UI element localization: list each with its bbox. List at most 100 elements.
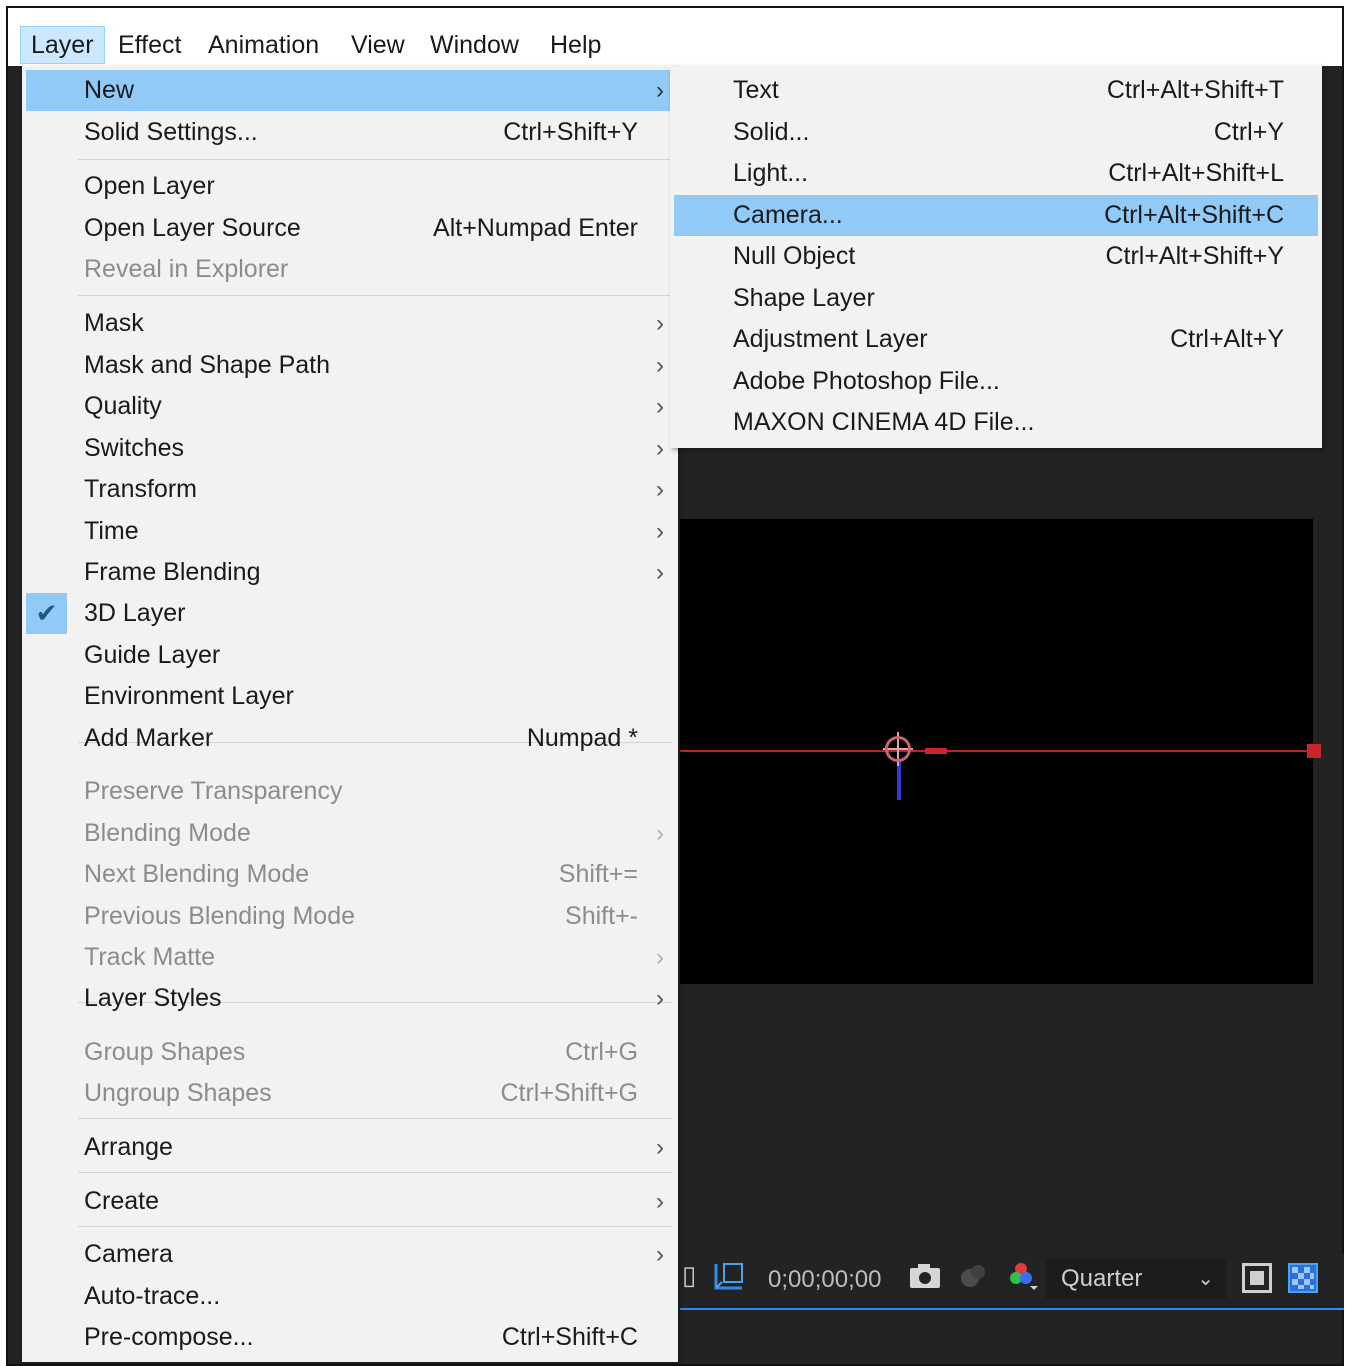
- menu-effect[interactable]: Effect: [108, 26, 191, 64]
- submenu-item-null-object[interactable]: Null Object Ctrl+Alt+Shift+Y: [674, 236, 1318, 277]
- submenu-chevron-icon: ›: [656, 985, 664, 1012]
- submenu-chevron-icon: ›: [656, 77, 664, 104]
- submenu-chevron-icon: ›: [656, 820, 664, 847]
- menu-item-label: Transform: [84, 475, 197, 503]
- menu-item-3d-layer[interactable]: ✔ 3D Layer: [26, 593, 672, 634]
- menu-item-open-layer[interactable]: Open Layer: [26, 166, 672, 207]
- menu-window[interactable]: Window: [420, 26, 529, 64]
- menu-item-label: Environment Layer: [84, 682, 294, 710]
- menu-item-shortcut: Ctrl+Shift+Y: [503, 118, 638, 146]
- z-axis-arrow[interactable]: [897, 762, 901, 800]
- x-axis-arrow[interactable]: [925, 748, 947, 754]
- fast-previews-icon[interactable]: [1242, 1263, 1272, 1293]
- current-time-display[interactable]: 0;00;00;00: [768, 1266, 881, 1294]
- menu-item-label: Guide Layer: [84, 641, 221, 669]
- chevron-down-icon: ⌄: [1197, 1268, 1214, 1290]
- submenu-item-light[interactable]: Light... Ctrl+Alt+Shift+L: [674, 153, 1318, 194]
- transparency-grid-icon[interactable]: [1288, 1263, 1318, 1293]
- viewer-panel-bg: [680, 450, 1340, 520]
- submenu-item-shortcut: Ctrl+Y: [1213, 118, 1284, 146]
- menu-item-transform[interactable]: Transform ›: [26, 469, 672, 510]
- region-of-interest-icon[interactable]: [712, 1260, 746, 1296]
- submenu-item-label: MAXON CINEMA 4D File...: [733, 408, 1035, 436]
- menu-item-environment-layer[interactable]: Environment Layer: [26, 676, 672, 717]
- submenu-item-shortcut: Ctrl+Alt+Shift+Y: [1105, 242, 1284, 270]
- menu-item-time[interactable]: Time ›: [26, 511, 672, 552]
- menu-item-reveal-in-explorer: Reveal in Explorer: [26, 249, 672, 290]
- menu-item-label: Reveal in Explorer: [84, 255, 289, 283]
- submenu-item-shortcut: Ctrl+Alt+Shift+L: [1108, 159, 1284, 187]
- resolution-dropdown[interactable]: Quarter ⌄: [1046, 1259, 1226, 1299]
- submenu-item-solid[interactable]: Solid... Ctrl+Y: [674, 112, 1318, 153]
- menu-item-label: Pre-compose...: [84, 1323, 254, 1351]
- submenu-item-camera[interactable]: Camera... Ctrl+Alt+Shift+C: [674, 195, 1318, 236]
- menu-separator: [78, 1172, 672, 1173]
- menu-item-layer-styles[interactable]: Layer Styles ›: [26, 978, 672, 1019]
- keyframe-handle[interactable]: [1307, 744, 1321, 758]
- anchor-point-icon[interactable]: [885, 736, 911, 762]
- menu-layer[interactable]: Layer: [20, 26, 105, 64]
- menu-item-frame-blending[interactable]: Frame Blending ›: [26, 552, 672, 593]
- snapshot-camera-icon[interactable]: [908, 1262, 942, 1294]
- menu-item-add-marker[interactable]: Add Marker Numpad *: [26, 718, 672, 759]
- menu-item-open-layer-source[interactable]: Open Layer Source Alt+Numpad Enter: [26, 208, 672, 249]
- menu-item-label: Group Shapes: [84, 1038, 246, 1066]
- submenu-item-label: Text: [733, 76, 779, 104]
- menu-item-label: Open Layer Source: [84, 214, 301, 242]
- submenu-item-adobe-photoshop-file[interactable]: Adobe Photoshop File...: [674, 361, 1318, 402]
- submenu-item-text[interactable]: Text Ctrl+Alt+Shift+T: [674, 70, 1318, 111]
- menu-item-label: Arrange: [84, 1133, 173, 1161]
- submenu-chevron-icon: ›: [656, 393, 664, 420]
- menu-item-auto-trace[interactable]: Auto-trace...: [26, 1276, 672, 1317]
- menu-item-camera[interactable]: Camera ›: [26, 1234, 672, 1275]
- menu-item-create[interactable]: Create ›: [26, 1181, 672, 1222]
- submenu-chevron-icon: ›: [656, 944, 664, 971]
- fit-icon[interactable]: ▯: [682, 1262, 696, 1288]
- menu-view[interactable]: View: [341, 26, 415, 64]
- menu-item-label: Preserve Transparency: [84, 777, 343, 805]
- menu-item-label: Quality: [84, 392, 162, 420]
- menu-item-label: Auto-trace...: [84, 1282, 221, 1310]
- menu-item-solid-settings[interactable]: Solid Settings... Ctrl+Shift+Y: [26, 112, 672, 153]
- menu-item-label: Blending Mode: [84, 819, 251, 847]
- menu-separator: [78, 1226, 672, 1227]
- submenu-item-label: Solid...: [733, 118, 810, 146]
- menu-item-label: 3D Layer: [84, 599, 186, 627]
- submenu-item-label: Null Object: [733, 242, 856, 270]
- menu-item-guide-layer[interactable]: Guide Layer: [26, 635, 672, 676]
- submenu-item-adjustment-layer[interactable]: Adjustment Layer Ctrl+Alt+Y: [674, 319, 1318, 360]
- new-submenu: Text Ctrl+Alt+Shift+T Solid... Ctrl+Y Light.…: [670, 66, 1322, 448]
- menu-item-label: Mask: [84, 309, 144, 337]
- menu-item-label: Mask and Shape Path: [84, 351, 330, 379]
- menu-bar: Layer Effect Animation View Window Help: [8, 8, 1342, 66]
- menu-animation[interactable]: Animation: [198, 26, 329, 64]
- menu-item-quality[interactable]: Quality ›: [26, 386, 672, 427]
- menu-item-mask-and-shape-path[interactable]: Mask and Shape Path ›: [26, 345, 672, 386]
- menu-item-label: Create: [84, 1187, 160, 1215]
- menu-item-shortcut: Ctrl+G: [565, 1038, 638, 1066]
- submenu-item-label: Camera...: [733, 201, 843, 229]
- menu-item-mask[interactable]: Mask ›: [26, 303, 672, 344]
- menu-item-shortcut: Shift+-: [565, 902, 638, 930]
- menu-separator: [78, 1118, 672, 1119]
- submenu-chevron-icon: ›: [656, 559, 664, 586]
- resolution-value: Quarter: [1061, 1265, 1143, 1292]
- submenu-item-label: Shape Layer: [733, 284, 875, 312]
- show-snapshot-icon[interactable]: [956, 1262, 990, 1294]
- submenu-item-shortcut: Ctrl+Alt+Shift+T: [1106, 76, 1284, 104]
- menu-help[interactable]: Help: [540, 26, 611, 64]
- menu-item-label: New: [84, 76, 135, 104]
- menu-item-blending-mode: Blending Mode ›: [26, 813, 672, 854]
- color-channels-icon[interactable]: [1006, 1260, 1040, 1296]
- menu-item-new[interactable]: New ›: [26, 70, 672, 111]
- submenu-item-label: Light...: [733, 159, 809, 187]
- menu-item-pre-compose[interactable]: Pre-compose... Ctrl+Shift+C: [26, 1317, 672, 1358]
- submenu-item-maxon-cinema-4d-file[interactable]: MAXON CINEMA 4D File...: [674, 402, 1318, 443]
- submenu-chevron-icon: ›: [656, 435, 664, 462]
- submenu-item-shape-layer[interactable]: Shape Layer: [674, 278, 1318, 319]
- menu-item-label: Add Marker: [84, 724, 214, 752]
- menu-item-ungroup-shapes: Ungroup Shapes Ctrl+Shift+G: [26, 1073, 672, 1114]
- menu-item-arrange[interactable]: Arrange ›: [26, 1127, 672, 1168]
- menu-item-switches[interactable]: Switches ›: [26, 428, 672, 469]
- submenu-item-shortcut: Ctrl+Alt+Shift+C: [1104, 201, 1284, 229]
